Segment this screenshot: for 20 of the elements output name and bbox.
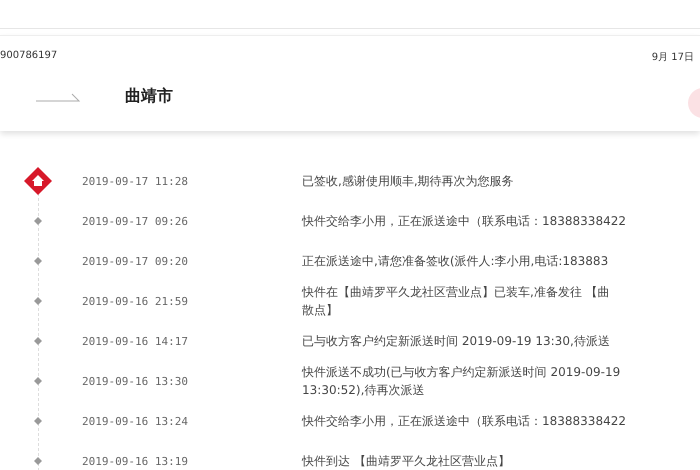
home-icon: [23, 166, 53, 196]
event-time: 2019-09-16 13:19: [81, 454, 189, 468]
event-description: 快件交给李小用，正在派送途中（联系电话：18388338422: [302, 413, 626, 430]
event-description: 已签收,感谢使用顺丰,期待再次为您服务: [302, 173, 514, 190]
event-time: 2019-09-16 13:24: [81, 414, 189, 428]
event-time: 2019-09-16 14:17: [81, 334, 189, 348]
event-time: 2019-09-17 11:28: [81, 174, 189, 188]
event-time: 2019-09-16 13:30: [81, 374, 189, 388]
tracking-number: 900786197: [0, 50, 58, 63]
event-description: 快件在【曲靖罗平久龙社区营业点】已装车,准备发往 【曲 散点】: [302, 284, 610, 319]
event-time: 2019-09-17 09:20: [81, 254, 189, 268]
ship-date: 9月 17日: [652, 51, 694, 64]
event-description: 正在派送途中,请您准备签收(派件人:李小用,电话:183883: [302, 253, 608, 270]
event-time: 2019-09-17 09:26: [81, 214, 189, 228]
event-description: 快件交给李小用，正在派送途中（联系电话：18388338422: [302, 213, 626, 230]
event-description: 快件到达 【曲靖罗平久龙社区营业点】: [302, 453, 510, 470]
event-time: 2019-09-16 21:59: [81, 294, 189, 308]
event-description: 快件派送不成功(已与收方客户约定新派送时间 2019-09-19 13:30:52),待再次派送: [302, 364, 620, 399]
event-description: 已与收方客户约定新派送时间 2019-09-19 13:30,待派送: [302, 333, 610, 350]
city-name: 曲靖市: [125, 86, 173, 107]
